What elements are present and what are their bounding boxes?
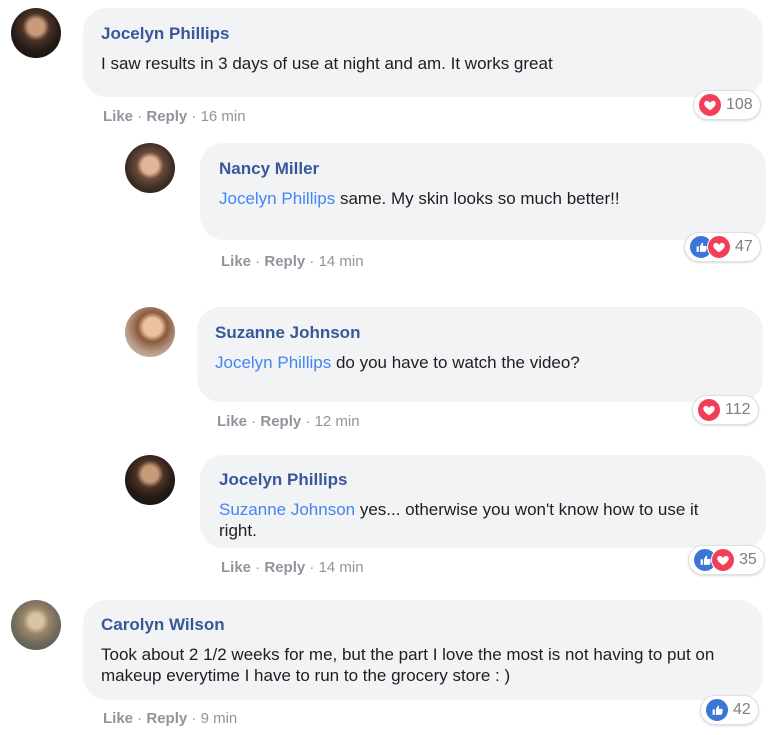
reaction-summary[interactable]: 42 <box>700 695 759 725</box>
reply-link[interactable]: Reply <box>146 108 187 125</box>
reply-link[interactable]: Reply <box>264 253 305 270</box>
comment-actions: Like · Reply · 14 min <box>221 253 364 270</box>
reaction-count: 42 <box>733 701 751 718</box>
reaction-count: 108 <box>726 96 753 113</box>
mention-link[interactable]: Jocelyn Phillips <box>219 189 335 208</box>
comment-text: Jocelyn Phillips same. My skin looks so … <box>219 188 749 209</box>
like-link[interactable]: Like <box>103 710 133 727</box>
reaction-count: 47 <box>735 238 753 255</box>
reaction-summary[interactable]: 108 <box>693 90 761 120</box>
reaction-count: 112 <box>725 401 751 418</box>
avatar[interactable] <box>11 8 61 58</box>
love-icon <box>711 548 735 572</box>
timestamp[interactable]: 14 min <box>319 559 364 576</box>
separator: · <box>133 710 147 727</box>
timestamp[interactable]: 12 min <box>315 413 360 430</box>
comment-body: do you have to watch the video? <box>331 353 580 372</box>
separator: · <box>133 108 147 125</box>
reply-link[interactable]: Reply <box>264 559 305 576</box>
love-icon <box>698 93 722 117</box>
separator: · <box>305 253 319 270</box>
comment-actions: Like · Reply · 14 min <box>221 559 364 576</box>
like-link[interactable]: Like <box>221 559 251 576</box>
reply-link[interactable]: Reply <box>146 710 187 727</box>
separator: · <box>187 710 201 727</box>
timestamp[interactable]: 9 min <box>201 710 238 727</box>
separator: · <box>251 559 265 576</box>
reaction-summary[interactable]: 112 <box>692 395 759 425</box>
like-link[interactable]: Like <box>217 413 247 430</box>
like-icon <box>705 698 729 722</box>
avatar[interactable] <box>125 143 175 193</box>
avatar[interactable] <box>11 600 61 650</box>
avatar[interactable] <box>125 307 175 357</box>
separator: · <box>305 559 319 576</box>
comment-text: Suzanne Johnson yes... otherwise you won… <box>219 499 739 541</box>
love-icon <box>707 235 731 259</box>
avatar[interactable] <box>125 455 175 505</box>
comment-text: Took about 2 1/2 weeks for me, but the p… <box>101 644 726 686</box>
reaction-summary[interactable]: 47 <box>684 232 761 262</box>
comment-author[interactable]: Nancy Miller <box>219 159 319 179</box>
timestamp[interactable]: 14 min <box>319 253 364 270</box>
like-link[interactable]: Like <box>221 253 251 270</box>
comment-author[interactable]: Suzanne Johnson <box>215 323 360 343</box>
separator: · <box>187 108 201 125</box>
comment-body: I saw results in 3 days of use at night … <box>101 54 553 73</box>
love-icon <box>697 398 721 422</box>
separator: · <box>301 413 315 430</box>
comment-text: I saw results in 3 days of use at night … <box>101 53 741 74</box>
comment-author[interactable]: Carolyn Wilson <box>101 615 225 635</box>
comment-author[interactable]: Jocelyn Phillips <box>101 24 230 44</box>
timestamp[interactable]: 16 min <box>201 108 246 125</box>
reaction-count: 35 <box>739 551 757 568</box>
comment-author[interactable]: Jocelyn Phillips <box>219 470 348 490</box>
comment-actions: Like · Reply · 12 min <box>217 413 360 430</box>
reply-link[interactable]: Reply <box>260 413 301 430</box>
comment-actions: Like · Reply · 9 min <box>103 710 237 727</box>
comment-actions: Like · Reply · 16 min <box>103 108 246 125</box>
mention-link[interactable]: Jocelyn Phillips <box>215 353 331 372</box>
separator: · <box>251 253 265 270</box>
separator: · <box>247 413 261 430</box>
comment-body: Took about 2 1/2 weeks for me, but the p… <box>101 645 715 685</box>
comment-body: same. My skin looks so much better!! <box>335 189 620 208</box>
comment-text: Jocelyn Phillips do you have to watch th… <box>215 352 745 373</box>
reaction-summary[interactable]: 35 <box>688 545 765 575</box>
mention-link[interactable]: Suzanne Johnson <box>219 500 355 519</box>
like-link[interactable]: Like <box>103 108 133 125</box>
